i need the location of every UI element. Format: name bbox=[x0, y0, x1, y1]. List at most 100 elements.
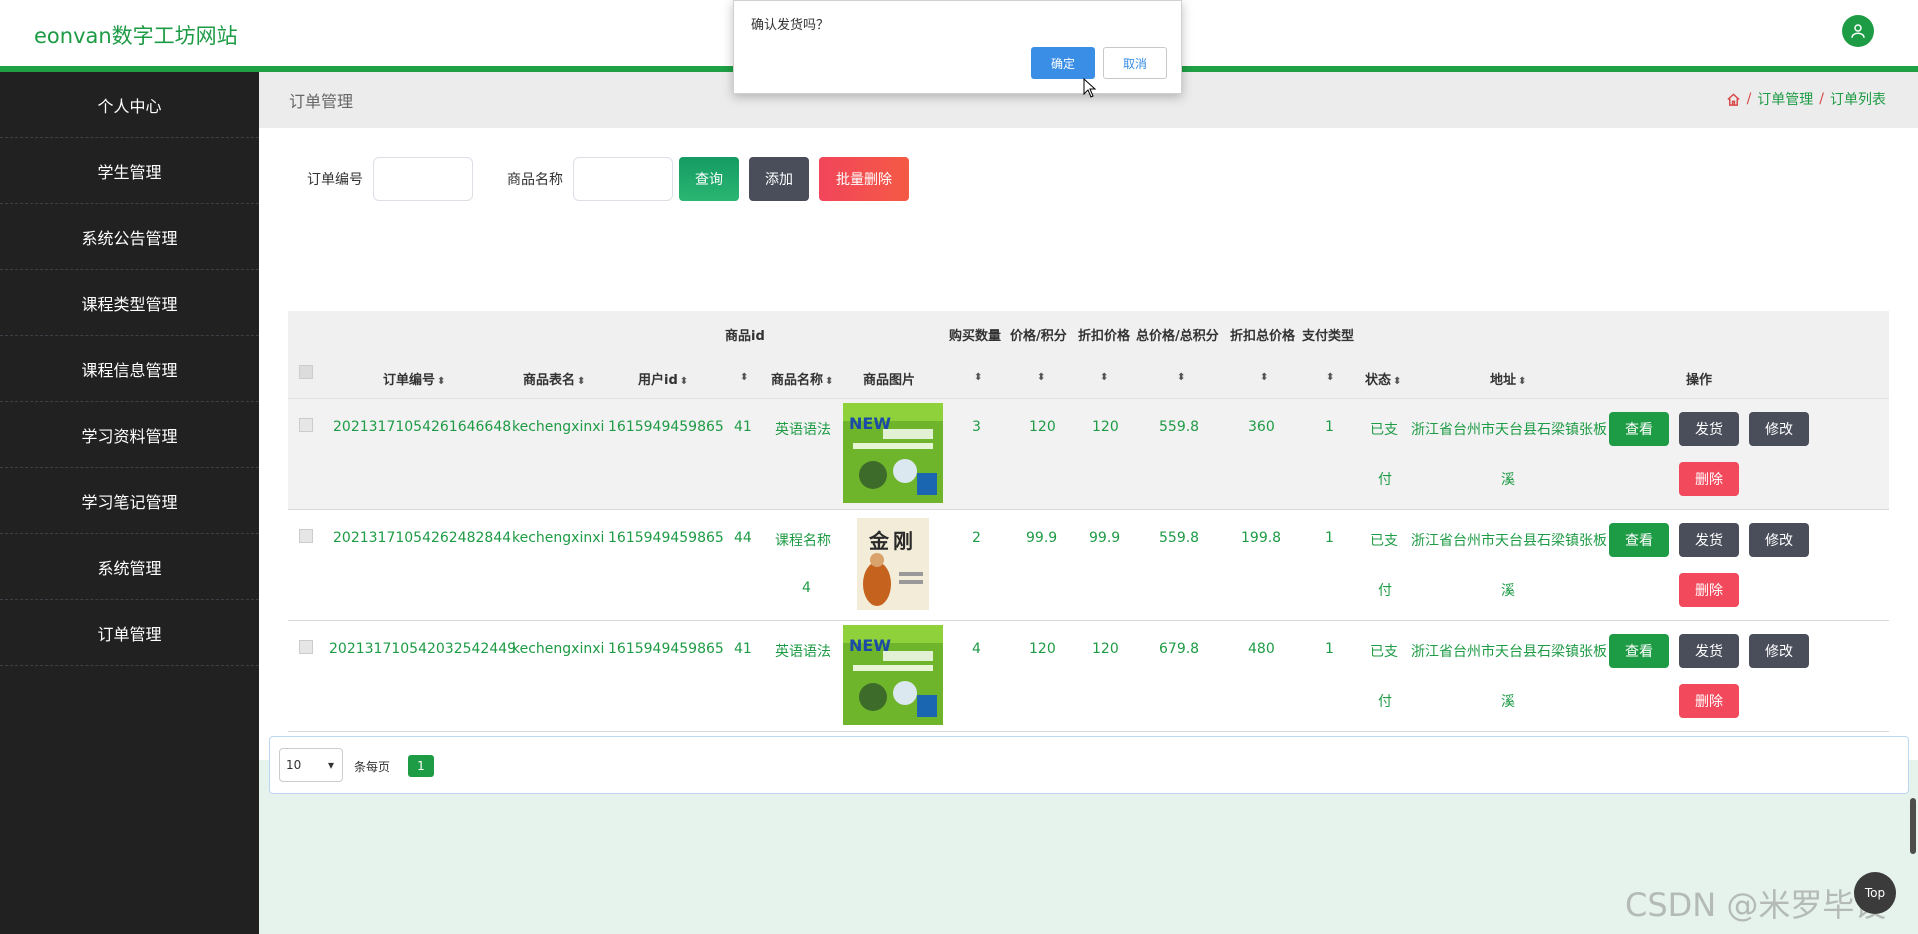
sort-icon[interactable]: ⬍ bbox=[1177, 372, 1185, 383]
header-discount-total-sort[interactable]: ⬍ bbox=[1258, 369, 1268, 384]
sidebar-item-label: 个人中心 bbox=[97, 96, 162, 116]
header-discount-price-sort[interactable]: ⬍ bbox=[1098, 369, 1108, 384]
batch-delete-button[interactable]: 批量删除 bbox=[819, 157, 909, 201]
cell-status-cont: 付 bbox=[1378, 694, 1392, 710]
order-no-input[interactable] bbox=[373, 157, 473, 201]
ship-button[interactable]: 发货 bbox=[1679, 634, 1739, 668]
cell-address-cont: 溪 bbox=[1501, 583, 1515, 599]
sort-icon[interactable]: ⬍ bbox=[1037, 372, 1045, 383]
sort-icon[interactable]: ⬍ bbox=[1518, 376, 1526, 387]
header-user-id[interactable]: 用户id ⬍ bbox=[638, 369, 688, 388]
header-discount-total: 折扣总价格 bbox=[1230, 329, 1296, 344]
view-button[interactable]: 查看 bbox=[1609, 634, 1669, 668]
user-icon[interactable] bbox=[1842, 15, 1874, 47]
delete-button[interactable]: 删除 bbox=[1679, 684, 1739, 718]
breadcrumb-order-list[interactable]: 订单列表 bbox=[1830, 89, 1886, 109]
cell-table-name: kechengxinxi bbox=[512, 641, 605, 657]
sort-icon[interactable]: ⬍ bbox=[1260, 372, 1268, 383]
home-icon[interactable] bbox=[1726, 92, 1741, 107]
edit-button[interactable]: 修改 bbox=[1749, 523, 1809, 557]
delete-button[interactable]: 删除 bbox=[1679, 462, 1739, 496]
cell-status-cont: 付 bbox=[1378, 583, 1392, 599]
query-button[interactable]: 查询 bbox=[679, 157, 739, 201]
select-all-checkbox[interactable] bbox=[299, 365, 313, 379]
header-product-name[interactable]: 商品名称 ⬍ bbox=[771, 369, 833, 388]
scrollbar-thumb[interactable] bbox=[1910, 798, 1916, 854]
cell-discount-price: 120 bbox=[1092, 419, 1119, 435]
header-table-name[interactable]: 商品表名 ⬍ bbox=[523, 369, 585, 388]
pagination: 10 ▾ 条每页 1 bbox=[269, 736, 1909, 794]
ship-button[interactable]: 发货 bbox=[1679, 523, 1739, 557]
header-pay-type-sort[interactable]: ⬍ bbox=[1324, 369, 1334, 384]
header-label: 状态 bbox=[1365, 373, 1392, 388]
sort-icon[interactable]: ⬍ bbox=[680, 376, 688, 387]
sidebar-item-personal-center[interactable]: 个人中心 bbox=[0, 72, 259, 138]
dialog-message: 确认发货吗？ bbox=[751, 18, 830, 33]
view-button[interactable]: 查看 bbox=[1609, 412, 1669, 446]
edit-button[interactable]: 修改 bbox=[1749, 412, 1809, 446]
row-checkbox[interactable] bbox=[299, 418, 313, 432]
header-price-sort[interactable]: ⬍ bbox=[1035, 369, 1045, 384]
edit-button[interactable]: 修改 bbox=[1749, 634, 1809, 668]
sort-icon[interactable]: ⬍ bbox=[825, 376, 833, 387]
row-checkbox[interactable] bbox=[299, 529, 313, 543]
header-product-id-sort[interactable]: ⬍ bbox=[738, 369, 748, 384]
site-brand[interactable]: eonvan数字工坊网站 bbox=[34, 20, 238, 50]
table-header: 商品id 购买数量 价格/积分 折扣价格 总价格/总积分 折扣总价格 支付类型 … bbox=[288, 311, 1889, 399]
cell-product-id: 41 bbox=[734, 419, 752, 435]
header-address[interactable]: 地址 ⬍ bbox=[1490, 369, 1526, 388]
header-quantity-sort[interactable]: ⬍ bbox=[972, 369, 982, 384]
header-label: 订单编号 bbox=[383, 373, 436, 388]
sidebar-item-course-info[interactable]: 课程信息管理 bbox=[0, 336, 259, 402]
ship-button[interactable]: 发货 bbox=[1679, 412, 1739, 446]
row-checkbox[interactable] bbox=[299, 640, 313, 654]
cell-pay-type: 1 bbox=[1325, 419, 1334, 435]
header-price: 价格/积分 bbox=[1010, 329, 1067, 344]
table-row: 2021317105426164664​8 kechengxinxi 16159… bbox=[288, 399, 1889, 510]
header-order-no[interactable]: 订单编号 ⬍ bbox=[383, 369, 445, 388]
delete-button[interactable]: 删除 bbox=[1679, 573, 1739, 607]
page-button-current[interactable]: 1 bbox=[408, 755, 434, 777]
watermark: CSDN @米罗毕设 bbox=[1625, 886, 1887, 924]
dialog-ok-button[interactable]: 确定 bbox=[1031, 47, 1095, 79]
cell-price: 99.9 bbox=[1026, 530, 1058, 546]
sort-icon[interactable]: ⬍ bbox=[1393, 376, 1401, 387]
cell-product-name: 英语语法 bbox=[775, 422, 831, 438]
sidebar-item-course-types[interactable]: 课程类型管理 bbox=[0, 270, 259, 336]
sidebar-item-label: 课程信息管理 bbox=[81, 360, 178, 380]
sidebar-item-announcements[interactable]: 系统公告管理 bbox=[0, 204, 259, 270]
table-row: 20213171054203254244​9 kechengxinxi 1615… bbox=[288, 621, 1889, 732]
header-status[interactable]: 状态 ⬍ bbox=[1365, 369, 1401, 388]
sidebar-item-students[interactable]: 学生管理 bbox=[0, 138, 259, 204]
dialog-cancel-button[interactable]: 取消 bbox=[1103, 47, 1167, 79]
main-content: 订单管理 / 订单管理 / 订单列表 订单编号 商品名称 查询 添加 批量删除 … bbox=[259, 72, 1918, 934]
product-name-input[interactable] bbox=[573, 157, 673, 201]
sidebar-item-system[interactable]: 系统管理 bbox=[0, 534, 259, 600]
cell-status: 已支 bbox=[1370, 533, 1398, 549]
cell-product-name: 英语语法 bbox=[775, 644, 831, 660]
header-image: 商品图片 bbox=[863, 373, 916, 388]
sort-icon[interactable]: ⬍ bbox=[1100, 372, 1108, 383]
sort-icon[interactable]: ⬍ bbox=[974, 372, 982, 383]
page-size-select[interactable]: 10 ▾ bbox=[279, 748, 343, 782]
sort-icon[interactable]: ⬍ bbox=[437, 376, 445, 387]
sort-icon[interactable]: ⬍ bbox=[577, 376, 585, 387]
cell-total-price: 559.8 bbox=[1159, 419, 1200, 435]
sidebar-item-orders[interactable]: 订单管理 bbox=[0, 600, 259, 666]
svg-text:金: 金 bbox=[868, 529, 890, 553]
sidebar-item-label: 学习资料管理 bbox=[81, 426, 178, 446]
scroll-to-top-button[interactable]: Top bbox=[1854, 872, 1896, 914]
cell-quantity: 3 bbox=[972, 419, 981, 435]
product-image-jin-gang: 金 刚 bbox=[843, 514, 943, 614]
sort-icon[interactable]: ⬍ bbox=[1326, 372, 1334, 383]
breadcrumb-orders[interactable]: 订单管理 bbox=[1757, 89, 1813, 109]
sidebar-item-materials[interactable]: 学习资料管理 bbox=[0, 402, 259, 468]
add-button[interactable]: 添加 bbox=[749, 157, 809, 201]
header-total-price-sort[interactable]: ⬍ bbox=[1175, 369, 1185, 384]
content-panel: 订单编号 商品名称 查询 添加 批量删除 商品id 购买数量 价格/积分 折扣价… bbox=[259, 128, 1918, 794]
sidebar-item-notes[interactable]: 学习笔记管理 bbox=[0, 468, 259, 534]
sort-icon[interactable]: ⬍ bbox=[740, 372, 748, 383]
breadcrumb-separator: / bbox=[1746, 91, 1752, 107]
cell-price: 120 bbox=[1029, 641, 1056, 657]
view-button[interactable]: 查看 bbox=[1609, 523, 1669, 557]
